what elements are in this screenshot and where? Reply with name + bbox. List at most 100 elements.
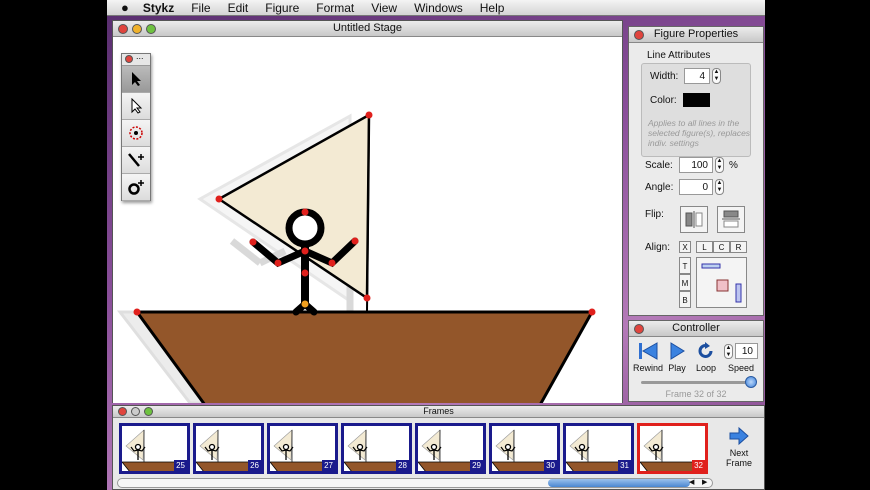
menu-format[interactable]: Format xyxy=(316,1,354,15)
frame-slider-thumb[interactable] xyxy=(745,376,757,388)
frame-number: 29 xyxy=(470,460,483,471)
rewind-label: Rewind xyxy=(633,363,664,373)
stage-canvas[interactable]: ... xyxy=(113,37,622,407)
controller-titlebar: Controller xyxy=(629,321,763,337)
speed-label: Speed xyxy=(728,363,755,373)
stage-window: Untitled Stage ... xyxy=(112,20,623,407)
next-frame-label-2: Frame xyxy=(725,458,752,468)
next-frame-button[interactable]: Next Frame xyxy=(717,426,761,468)
frame-slider-track[interactable] xyxy=(641,381,751,384)
align-left-button[interactable]: L xyxy=(696,241,713,253)
flip-horizontal-button[interactable] xyxy=(680,206,708,233)
align-middle-button[interactable]: M xyxy=(679,274,691,291)
frames-title: Frames xyxy=(423,406,454,416)
frame-thumbnail[interactable]: 28 xyxy=(341,423,412,474)
angle-stepper[interactable]: ▲ ▼ xyxy=(715,179,724,195)
boat-hull[interactable] xyxy=(134,310,595,407)
frames-titlebar: Frames xyxy=(113,406,764,418)
align-center-button[interactable]: C xyxy=(713,241,730,253)
width-label: Width: xyxy=(650,71,679,82)
frame-number: 28 xyxy=(396,460,409,471)
loop-label: Loop xyxy=(695,363,717,373)
arrow-filled-icon xyxy=(132,72,141,86)
apple-menu-icon[interactable]: ● xyxy=(121,0,129,15)
frame-number: 25 xyxy=(174,460,187,471)
angle-input[interactable]: 0 xyxy=(679,179,713,195)
add-line-icon xyxy=(128,153,144,167)
color-label: Color: xyxy=(650,95,677,106)
frame-thumbnail[interactable]: 26 xyxy=(193,423,264,474)
frames-minimize-button[interactable] xyxy=(131,407,140,416)
frames-close-button[interactable] xyxy=(118,407,127,416)
width-input[interactable]: 4 xyxy=(684,68,710,84)
frame-number: 26 xyxy=(248,460,261,471)
scroll-left-arrow[interactable]: ◀ xyxy=(689,478,694,486)
align-label: Align: xyxy=(645,242,671,253)
loop-icon xyxy=(698,342,713,358)
frame-thumbnail[interactable]: 27 xyxy=(267,423,338,474)
toolbox-title: ... xyxy=(136,51,144,61)
figure-properties-close-button[interactable] xyxy=(634,30,644,40)
arrow-outline-icon xyxy=(131,98,143,114)
select-point-tool[interactable] xyxy=(122,93,150,120)
zoom-button[interactable] xyxy=(146,24,156,34)
frames-scroll-thumb[interactable] xyxy=(548,479,690,487)
angle-label: Angle: xyxy=(645,182,674,193)
frames-window: Frames 25 26 27 28 29 30 31 32 Next Frame ◀ ▶ xyxy=(112,405,765,490)
pivot-tool[interactable] xyxy=(122,120,150,147)
menu-windows[interactable]: Windows xyxy=(414,1,463,15)
frames-zoom-button[interactable] xyxy=(144,407,153,416)
color-swatch[interactable] xyxy=(683,93,710,107)
speed-input[interactable]: 10 xyxy=(735,343,758,359)
frames-scrollbar[interactable] xyxy=(117,478,713,488)
toolbox-palette: ... xyxy=(121,51,151,201)
scale-input[interactable]: 100 xyxy=(679,157,713,173)
panel-title: Figure Properties xyxy=(653,28,739,40)
align-preview xyxy=(696,257,747,308)
width-stepper[interactable]: ▲ ▼ xyxy=(712,68,721,84)
menu-figure[interactable]: Figure xyxy=(265,1,299,15)
loop-button[interactable]: Loop xyxy=(693,342,719,373)
speed-stepper[interactable]: ▲ ▼ xyxy=(724,344,733,359)
controller-panel: Controller Rewind Play Loop ▲ ▼ 10 Speed … xyxy=(628,320,764,402)
align-bottom-button[interactable]: B xyxy=(679,291,691,308)
frame-thumbnail[interactable]: 30 xyxy=(489,423,560,474)
minimize-button[interactable] xyxy=(132,24,142,34)
frame-thumbnail[interactable]: 31 xyxy=(563,423,634,474)
menu-edit[interactable]: Edit xyxy=(228,1,249,15)
align-x-button[interactable]: X xyxy=(679,241,691,253)
toolbox-close-button[interactable] xyxy=(125,55,133,63)
play-button[interactable]: Play xyxy=(665,342,689,373)
play-label: Play xyxy=(668,363,686,373)
add-line-tool[interactable] xyxy=(122,147,150,174)
align-top-button[interactable]: T xyxy=(679,257,691,274)
rewind-button[interactable]: Rewind xyxy=(633,342,663,373)
menu-file[interactable]: File xyxy=(191,1,210,15)
figure-properties-titlebar: Figure Properties xyxy=(629,27,763,43)
next-frame-label: Next xyxy=(729,448,749,458)
scroll-right-arrow[interactable]: ▶ xyxy=(702,478,707,486)
close-button[interactable] xyxy=(118,24,128,34)
select-figure-tool[interactable] xyxy=(122,66,150,93)
frame-thumbnail[interactable]: 25 xyxy=(119,423,190,474)
menu-view[interactable]: View xyxy=(371,1,397,15)
menu-help[interactable]: Help xyxy=(480,1,505,15)
flip-vertical-icon xyxy=(722,210,740,228)
scale-stepper[interactable]: ▲ ▼ xyxy=(715,157,724,173)
menu-bar: ● Stykz File Edit Figure Format View Win… xyxy=(107,0,765,16)
sail[interactable] xyxy=(216,112,371,301)
add-circle-tool[interactable] xyxy=(122,174,150,201)
frame-number: 32 xyxy=(692,460,705,471)
frame-thumbnail[interactable]: 32 xyxy=(637,423,708,474)
stage-titlebar: Untitled Stage xyxy=(113,21,622,37)
menu-app[interactable]: Stykz xyxy=(143,1,174,15)
align-right-button[interactable]: R xyxy=(730,241,747,253)
controller-close-button[interactable] xyxy=(634,324,644,334)
align-preview-icon xyxy=(701,263,742,303)
line-attributes-heading: Line Attributes xyxy=(647,50,711,61)
flip-vertical-button[interactable] xyxy=(717,206,745,233)
play-icon xyxy=(670,342,685,360)
frame-thumbnail[interactable]: 29 xyxy=(415,423,486,474)
frame-number: 31 xyxy=(618,460,631,471)
stage-drawing[interactable] xyxy=(113,37,622,407)
